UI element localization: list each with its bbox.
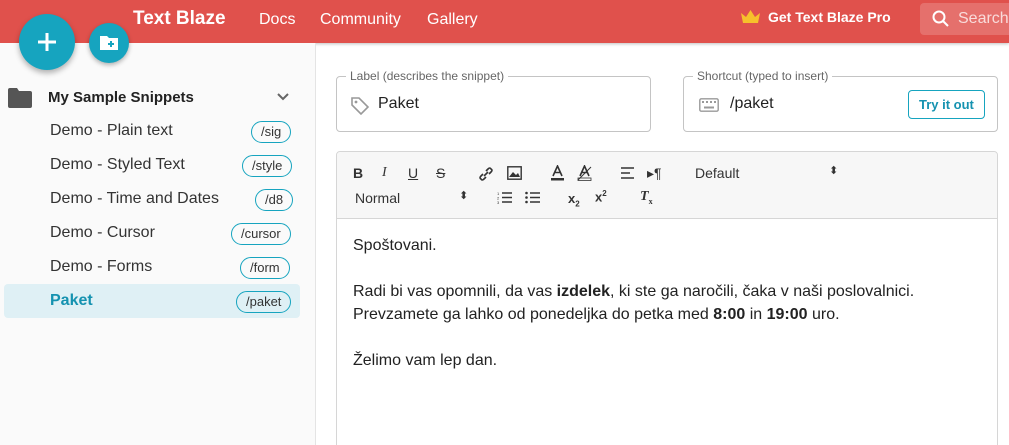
snippet-label: Demo - Time and Dates [50, 190, 219, 207]
folder-title: My Sample Snippets [48, 89, 194, 106]
snippet-item-active[interactable]: Paket /paket [4, 284, 300, 318]
get-pro-button[interactable]: Get Text Blaze Pro [740, 9, 891, 25]
label-field-legend: Label (describes the snippet) [346, 69, 509, 83]
snippet-shortcut: /d8 [255, 189, 294, 211]
crown-icon [741, 10, 760, 23]
clear-format-icon[interactable]: Tx [640, 189, 653, 206]
text-color-icon[interactable] [550, 165, 565, 181]
image-icon[interactable] [507, 166, 522, 180]
strikethrough-icon[interactable]: S [436, 165, 445, 181]
body-line: Spoštovani. [353, 237, 437, 254]
nav-docs[interactable]: Docs [259, 11, 295, 29]
editor-content[interactable]: Spoštovani. Radi bi vas opomnili, da vas… [353, 234, 914, 372]
search-input[interactable]: Search [920, 3, 1009, 35]
folder-icon [8, 88, 32, 108]
editor-toolbar: B I U S ▸¶ Default ⬍ Normal ⬍ 123 x2 x2 … [337, 152, 997, 219]
brand-title[interactable]: Text Blaze [133, 8, 226, 30]
font-select[interactable]: Default [695, 165, 739, 181]
top-app-bar: Text Blaze Docs Community Gallery Get Te… [0, 0, 1009, 43]
shortcut-field-value: /paket [730, 95, 774, 112]
keyboard-icon [699, 98, 719, 112]
snippet-item[interactable]: Demo - Styled Text /style [4, 148, 300, 182]
shortcut-field-legend: Shortcut (typed to insert) [693, 69, 833, 83]
link-icon[interactable] [478, 166, 494, 182]
try-it-out-button[interactable]: Try it out [908, 90, 985, 119]
snippet-shortcut: /cursor [231, 223, 291, 245]
superscript-icon[interactable]: x2 [595, 189, 607, 204]
heading-select-arrows-icon: ⬍ [459, 190, 469, 202]
snippet-label: Demo - Cursor [50, 224, 155, 241]
body-line: Želimo vam lep dan. [353, 352, 498, 369]
plus-icon [38, 33, 56, 51]
underline-icon[interactable]: U [408, 165, 418, 181]
tag-icon [351, 97, 370, 116]
body-line: Radi bi vas opomnili, da vas izdelek, ki… [353, 283, 915, 300]
label-field[interactable]: Label (describes the snippet) Paket [336, 69, 651, 132]
chevron-down-icon[interactable] [276, 87, 290, 107]
snippet-label: Paket [50, 292, 93, 309]
snippet-shortcut: /paket [236, 291, 292, 313]
nav-gallery[interactable]: Gallery [427, 11, 478, 29]
snippet-shortcut: /style [242, 155, 293, 177]
italic-icon[interactable]: I [382, 165, 387, 181]
search-placeholder: Search [958, 10, 1009, 27]
snippet-item[interactable]: Demo - Time and Dates /d8 [4, 182, 300, 216]
ordered-list-icon[interactable]: 123 [497, 191, 513, 204]
sidebar: My Sample Snippets Demo - Plain text /si… [0, 43, 316, 445]
snippet-label: Demo - Forms [50, 258, 153, 275]
snippet-item[interactable]: Demo - Cursor /cursor [4, 216, 300, 250]
bold-icon[interactable]: B [353, 165, 363, 181]
svg-text:3: 3 [497, 200, 500, 204]
add-folder-icon [100, 36, 118, 50]
label-field-value: Paket [378, 95, 419, 112]
snippet-label: Demo - Styled Text [50, 156, 185, 173]
highlight-icon[interactable] [577, 165, 592, 181]
snippet-item[interactable]: Demo - Forms /form [4, 250, 300, 284]
snippet-shortcut: /form [240, 257, 290, 279]
snippet-shortcut: /sig [251, 121, 292, 143]
body-blank-line [353, 257, 914, 280]
nav-community[interactable]: Community [320, 11, 401, 29]
folder-row[interactable]: My Sample Snippets [8, 87, 300, 109]
font-select-arrows-icon: ⬍ [829, 165, 839, 177]
bullet-list-icon[interactable] [525, 191, 541, 204]
snippet-item[interactable]: Demo - Plain text /sig [4, 114, 300, 148]
get-pro-label: Get Text Blaze Pro [768, 9, 891, 25]
new-folder-button[interactable] [89, 23, 129, 63]
heading-select[interactable]: Normal [355, 190, 400, 206]
snippet-label: Demo - Plain text [50, 122, 173, 139]
align-icon[interactable] [620, 167, 635, 179]
subscript-icon[interactable]: x2 [568, 191, 580, 209]
body-blank-line [353, 326, 914, 349]
body-line: Prevzamete ga lahko od ponedeljka do pet… [353, 306, 840, 323]
shortcut-field[interactable]: Shortcut (typed to insert) /paket Try it… [683, 69, 998, 132]
search-icon [932, 10, 949, 27]
new-snippet-button[interactable] [19, 14, 75, 70]
snippet-editor[interactable]: B I U S ▸¶ Default ⬍ Normal ⬍ 123 x2 x2 … [336, 151, 998, 445]
text-direction-icon[interactable]: ▸¶ [647, 165, 662, 182]
